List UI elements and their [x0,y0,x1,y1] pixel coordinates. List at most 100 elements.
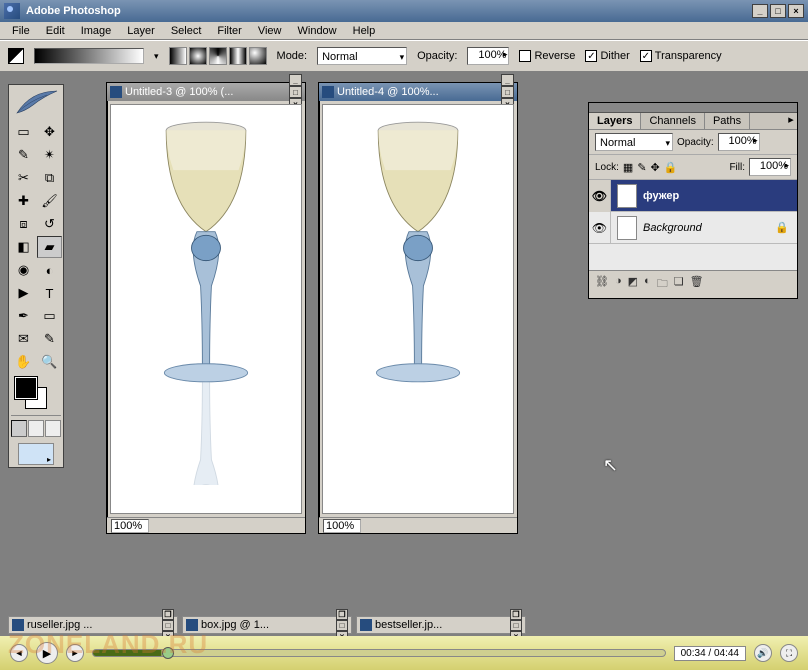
layer-opacity-input[interactable]: 100% [718,133,760,151]
eyedropper-tool[interactable]: ✎ [37,328,62,350]
layer-blend-dropdown[interactable]: Normal [595,133,673,151]
adjustment-layer-icon[interactable]: ◐ [644,275,651,294]
close-button[interactable]: × [788,4,804,18]
menu-help[interactable]: Help [345,23,384,39]
new-group-icon[interactable]: 🗀 [657,275,668,294]
move-tool[interactable]: ✥ [37,121,62,143]
blend-mode-dropdown[interactable]: Normal [317,47,407,65]
doc2-canvas[interactable] [322,104,514,514]
minimize-button[interactable]: _ [752,4,768,18]
new-layer-icon[interactable]: ❏ [674,275,684,294]
doc1-zoom-input[interactable]: 100% [111,519,149,533]
menu-filter[interactable]: Filter [209,23,249,39]
next-button[interactable]: ► [66,644,84,662]
fill-input[interactable]: 100% [749,158,791,176]
panel-grip[interactable] [589,103,797,113]
seek-bar[interactable] [92,649,666,657]
menu-layer[interactable]: Layer [119,23,163,39]
panel-menu-icon[interactable]: ▸ [785,113,797,129]
doc2-maximize-button[interactable]: □ [501,86,514,98]
menu-view[interactable]: View [250,23,290,39]
mintab-3-max[interactable]: □ [510,620,522,631]
document-window-1[interactable]: Untitled-3 @ 100% (... _ □ × 100% [106,82,306,534]
transparency-checkbox[interactable]: Transparency [640,50,722,62]
menu-image[interactable]: Image [73,23,120,39]
lock-position-icon[interactable]: ✥ [651,161,660,174]
fullscreen-button[interactable]: ⛶ [780,644,798,662]
shape-tool[interactable]: ▭ [37,305,62,327]
tab-paths[interactable]: Paths [705,113,750,129]
layers-panel[interactable]: Layers Channels Paths ▸ Normal Opacity: … [588,102,798,299]
layer-row-2[interactable]: 👁 Background 🔒 [589,212,797,244]
layer-row-1[interactable]: 👁 фужер [589,180,797,212]
color-swatches[interactable] [11,377,61,411]
path-select-tool[interactable]: ▶ [11,282,36,304]
gradient-swatch-icon[interactable] [8,48,24,64]
mintab-2-max[interactable]: □ [336,620,348,631]
mintab-2[interactable]: box.jpg @ 1... ❐□× [182,616,352,634]
brush-tool[interactable]: 🖌 [37,190,62,212]
eraser-tool[interactable]: ◧ [11,236,36,258]
dodge-tool[interactable]: ◐ [37,259,62,281]
menu-window[interactable]: Window [290,23,345,39]
lock-transparency-icon[interactable]: ▦ [623,161,633,174]
history-brush-tool[interactable]: ↺ [37,213,62,235]
stamp-tool[interactable]: ⧈ [11,213,36,235]
doc2-minimize-button[interactable]: _ [501,74,514,86]
lock-all-icon[interactable]: 🔒 [664,161,678,174]
angle-gradient-button[interactable] [209,47,227,65]
gradient-ramp[interactable] [34,48,144,64]
heal-tool[interactable]: ✚ [11,190,36,212]
seek-knob[interactable] [162,647,174,659]
notes-tool[interactable]: ✉ [11,328,36,350]
doc1-maximize-button[interactable]: □ [289,86,302,98]
layer-style-icon[interactable]: ◑ [615,275,622,294]
doc1-canvas[interactable] [110,104,302,514]
volume-button[interactable]: 🔊 [754,644,772,662]
menu-file[interactable]: File [4,23,38,39]
lasso-tool[interactable]: ✎ [11,144,36,166]
type-tool[interactable]: T [37,282,62,304]
layer-visibility-icon[interactable]: 👁 [589,212,611,244]
mintab-2-restore[interactable]: ❐ [336,609,348,620]
mintab-1-restore[interactable]: ❐ [162,609,174,620]
menu-select[interactable]: Select [163,23,210,39]
opacity-input[interactable]: 100% [467,47,509,65]
dither-checkbox[interactable]: Dither [585,50,629,62]
hand-tool[interactable]: ✋ [11,351,36,373]
crop-tool[interactable]: ✂ [11,167,36,189]
lock-pixels-icon[interactable]: ✎ [637,161,646,174]
maximize-button[interactable]: □ [770,4,786,18]
reflected-gradient-button[interactable] [229,47,247,65]
radial-gradient-button[interactable] [189,47,207,65]
diamond-gradient-button[interactable] [249,47,267,65]
doc2-zoom-input[interactable]: 100% [323,519,361,533]
link-layers-icon[interactable]: ⛓ [595,275,609,294]
standard-mode-button[interactable] [11,420,27,437]
jump-to-imageready-button[interactable] [18,443,54,465]
doc1-minimize-button[interactable]: _ [289,74,302,86]
gradient-tool[interactable]: ▰ [37,236,62,258]
gradient-dropdown-icon[interactable]: ▾ [154,51,159,62]
play-button[interactable]: ▶ [36,642,58,664]
linear-gradient-button[interactable] [169,47,187,65]
blur-tool[interactable]: ◉ [11,259,36,281]
mintab-3[interactable]: bestseller.jp... ❐□× [356,616,526,634]
document-window-2[interactable]: Untitled-4 @ 100%... _ □ × 100% [318,82,518,534]
tab-channels[interactable]: Channels [641,113,704,129]
tab-layers[interactable]: Layers [589,113,641,129]
zoom-tool[interactable]: 🔍 [37,351,62,373]
slice-tool[interactable]: ⧉ [37,167,62,189]
marquee-tool[interactable]: ▭ [11,121,36,143]
doc2-titlebar[interactable]: Untitled-4 @ 100%... _ □ × [319,83,517,101]
prev-button[interactable]: ◄ [10,644,28,662]
quickmask-mode-button[interactable] [28,420,44,437]
layer-visibility-icon[interactable]: 👁 [589,180,611,212]
delete-layer-icon[interactable]: 🗑 [690,275,704,294]
pen-tool[interactable]: ✒ [11,305,36,327]
layer-mask-icon[interactable]: ◩ [628,275,638,294]
screen-mode-button[interactable] [45,420,61,437]
menu-edit[interactable]: Edit [38,23,73,39]
mintab-1-max[interactable]: □ [162,620,174,631]
mintab-3-restore[interactable]: ❐ [510,609,522,620]
